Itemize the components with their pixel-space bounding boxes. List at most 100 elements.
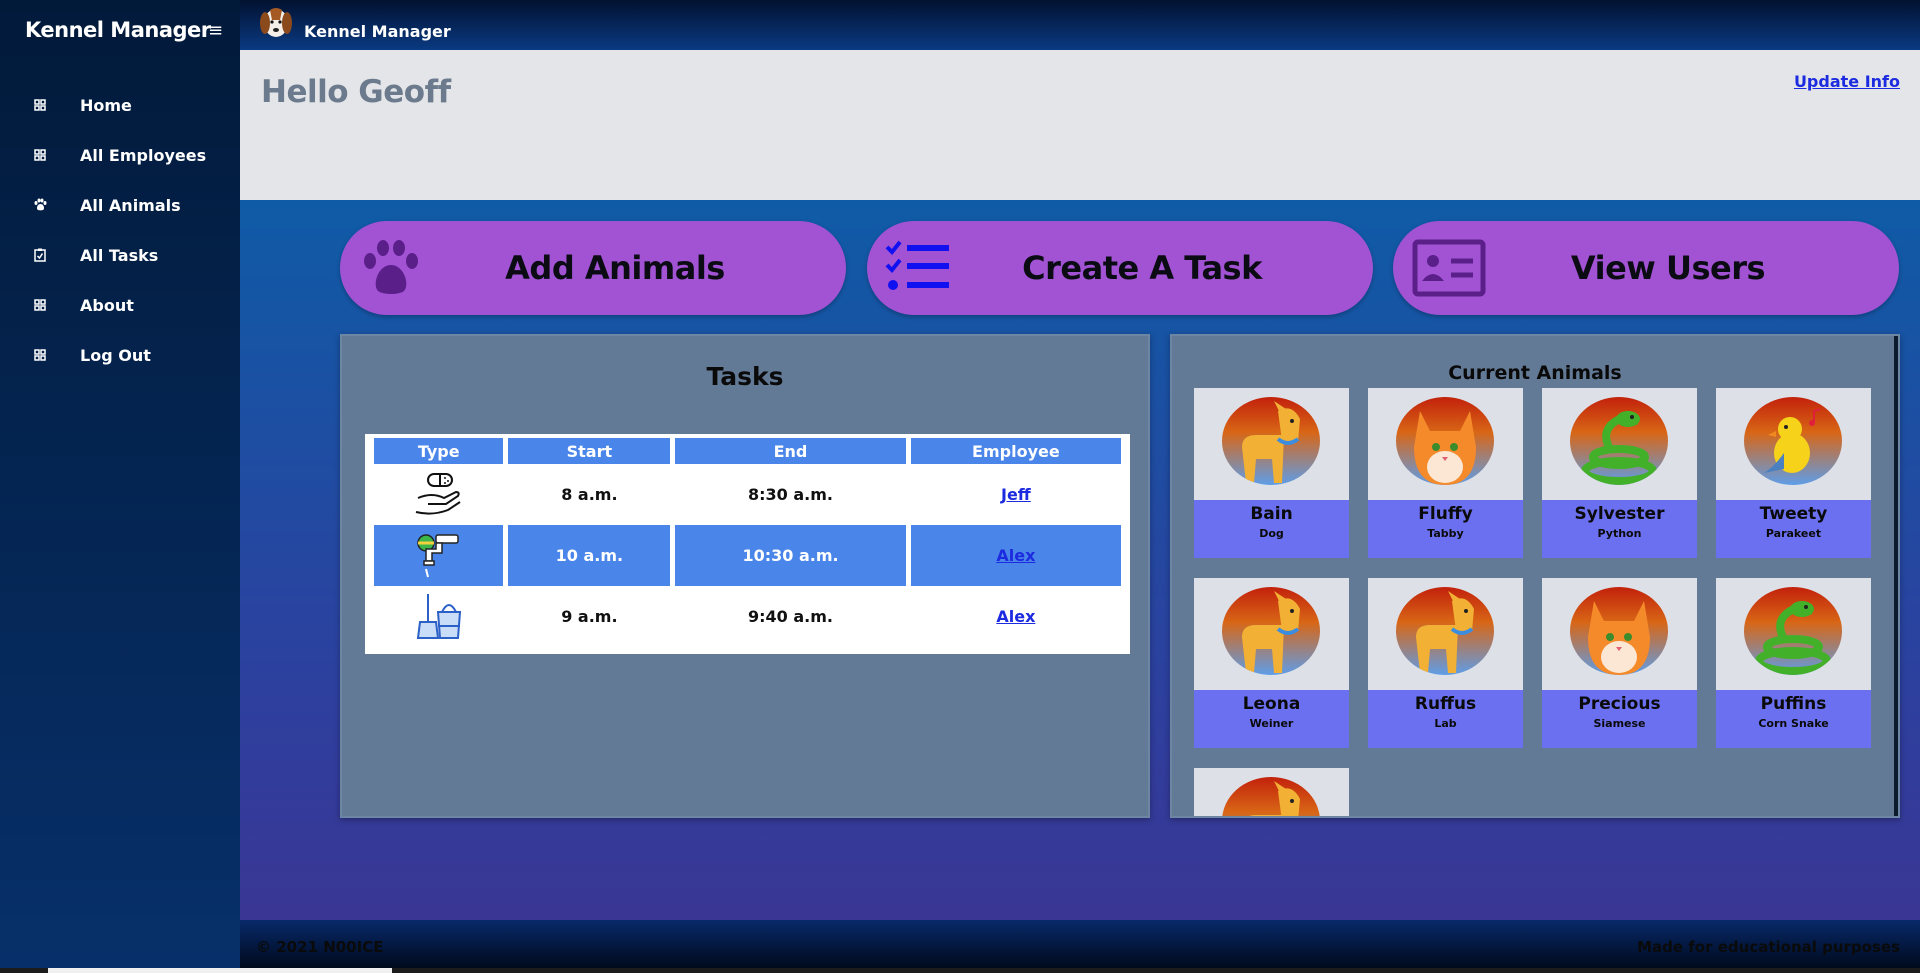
column-header-type: Type (374, 438, 504, 464)
animal-card-partial[interactable] (1194, 768, 1349, 816)
animal-name: Precious (1578, 694, 1661, 714)
brand-title: Kennel Manager (25, 18, 211, 42)
snake-icon (1744, 587, 1842, 675)
beagle-logo-icon[interactable] (258, 6, 294, 40)
task-type-cell (374, 464, 503, 525)
sidebar-item-all-employees[interactable]: All Employees (0, 130, 240, 180)
task-end-cell: 8:30 a.m. (748, 485, 833, 504)
dog-icon (1222, 777, 1320, 816)
current-animals-panel[interactable]: Current Animals Bain Dog Fluffy Tabby Sy… (1170, 334, 1900, 818)
animal-card-tweety[interactable]: Tweety Parakeet (1716, 388, 1871, 558)
sidebar-nav: Home All Employees All Animals All Tasks… (0, 80, 240, 380)
topbar-title: Kennel Manager (304, 22, 451, 41)
topbar: Kennel Manager (240, 0, 1920, 50)
animal-breed: Lab (1434, 717, 1457, 730)
add-animals-button[interactable]: Add Animals (340, 221, 846, 315)
animal-caption: Fluffy Tabby (1368, 500, 1523, 558)
animal-caption: Precious Siamese (1542, 690, 1697, 748)
view-users-label: View Users (1570, 249, 1766, 287)
sidebar: Kennel Manager ≡ Home All Employees All … (0, 0, 240, 968)
animal-card-precious[interactable]: Precious Siamese (1542, 578, 1697, 748)
footer-tagline: Made for educational purposes (1637, 938, 1900, 956)
grid-icon (30, 295, 50, 315)
sidebar-item-all-tasks[interactable]: All Tasks (0, 230, 240, 280)
animal-card-sylvester[interactable]: Sylvester Python (1542, 388, 1697, 558)
add-animals-label: Add Animals (505, 249, 725, 287)
footer: © 2021 N00ICE Made for educational purpo… (240, 920, 1920, 968)
animal-name: Tweety (1759, 504, 1828, 524)
task-type-cell (374, 586, 503, 647)
animal-name: Leona (1242, 694, 1301, 714)
tasks-table: Type Start End Employee 8 a.m. 8:30 a.m.… (365, 434, 1130, 654)
animal-name: Ruffus (1414, 694, 1477, 714)
task-employee-cell: Alex (910, 525, 1121, 586)
animal-breed: Siamese (1593, 717, 1646, 730)
task-employee-cell: Alex (911, 586, 1121, 647)
animal-card-leona[interactable]: Leona Weiner (1194, 578, 1349, 748)
animal-breed: Weiner (1249, 717, 1294, 730)
task-start-cell: 9 a.m. (561, 607, 618, 626)
cat-icon (1570, 587, 1668, 675)
medicine-hand-icon (412, 470, 466, 520)
main-content: Add Animals Create A Task View Users Tas (240, 200, 1920, 920)
animal-breed: Corn Snake (1758, 717, 1829, 730)
sidebar-item-label: Home (80, 95, 132, 115)
bird-icon (1744, 397, 1842, 485)
animal-breed: Parakeet (1765, 527, 1822, 540)
task-employee-cell: Jeff (911, 464, 1121, 525)
snake-icon (1570, 397, 1668, 485)
sidebar-item-label: All Animals (80, 195, 181, 215)
column-header-end: End (675, 438, 906, 464)
grid-icon (30, 345, 50, 365)
paw-icon (30, 195, 50, 215)
table-row: 8 a.m. 8:30 a.m. Jeff (374, 464, 1121, 525)
animal-caption: Puffins Corn Snake (1716, 690, 1871, 748)
column-header-employee: Employee (910, 438, 1121, 464)
sidebar-item-label: All Employees (80, 145, 207, 165)
employee-link[interactable]: Alex (996, 546, 1035, 565)
grid-icon (30, 145, 50, 165)
animal-card-ruffus[interactable]: Ruffus Lab (1368, 578, 1523, 748)
sidebar-item-about[interactable]: About (0, 280, 240, 330)
dog-icon (1222, 587, 1320, 675)
animal-name: Fluffy (1418, 504, 1473, 524)
animal-caption: Leona Weiner (1194, 690, 1349, 748)
sidebar-item-all-animals[interactable]: All Animals (0, 180, 240, 230)
animal-caption: Tweety Parakeet (1716, 500, 1871, 558)
hamburger-menu-icon[interactable]: ≡ (208, 20, 223, 41)
animal-name: Sylvester (1574, 504, 1665, 524)
update-info-link[interactable]: Update Info (1794, 72, 1900, 91)
greeting-heading: Hello Geoff (261, 74, 451, 110)
animal-name: Bain (1250, 504, 1293, 524)
table-row: 10 a.m. 10:30 a.m. Alex (374, 525, 1121, 586)
clipboard-check-icon (30, 245, 50, 265)
tasks-title: Tasks (706, 362, 784, 391)
task-start-cell: 10 a.m. (508, 525, 671, 586)
view-users-button[interactable]: View Users (1393, 221, 1899, 315)
animal-card-puffins[interactable]: Puffins Corn Snake (1716, 578, 1871, 748)
employee-link[interactable]: Alex (996, 607, 1035, 626)
tasks-panel: Tasks Type Start End Employee 8 a.m. 8:3… (340, 334, 1150, 818)
create-task-button[interactable]: Create A Task (867, 221, 1373, 315)
column-header-start: Start (508, 438, 671, 464)
animal-caption: Ruffus Lab (1368, 690, 1523, 748)
task-end-cell: 10:30 a.m. (675, 525, 906, 586)
sidebar-item-label: About (80, 295, 134, 315)
task-start-cell: 8 a.m. (561, 485, 618, 504)
dog-icon (1396, 587, 1494, 675)
employee-link[interactable]: Jeff (1001, 485, 1031, 504)
scrollbar-thumb[interactable] (48, 968, 392, 973)
animal-card-bain[interactable]: Bain Dog (1194, 388, 1349, 558)
sidebar-item-log-out[interactable]: Log Out (0, 330, 240, 380)
table-row: 9 a.m. 9:40 a.m. Alex (374, 586, 1121, 647)
grid-icon (30, 95, 50, 115)
sidebar-item-home[interactable]: Home (0, 80, 240, 130)
animals-scrollbar[interactable] (1894, 336, 1898, 816)
animal-card-fluffy[interactable]: Fluffy Tabby (1368, 388, 1523, 558)
animal-name: Puffins (1760, 694, 1827, 714)
create-task-label: Create A Task (1022, 249, 1262, 287)
faucet-icon (412, 531, 466, 581)
copyright-text: © 2021 N00ICE (256, 938, 384, 956)
horizontal-scrollbar[interactable] (0, 968, 1920, 973)
cat-icon (1396, 397, 1494, 485)
